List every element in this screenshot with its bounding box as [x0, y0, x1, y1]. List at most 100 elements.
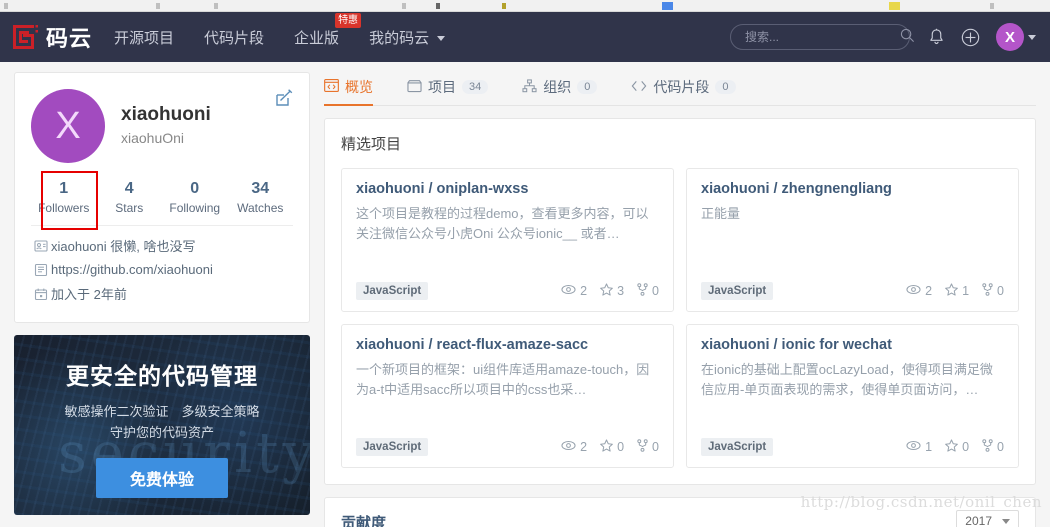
- stat-label: Following: [169, 201, 221, 215]
- watermark: http://blog.csdn.net/onil_chen: [801, 493, 1042, 511]
- repo-footer: JavaScript 2: [701, 282, 1004, 300]
- site-header: 码云 开源项目 代码片段 企业版 特惠 我的码云 搜索... X: [0, 12, 1050, 62]
- sale-badge: 特惠: [335, 12, 362, 28]
- repo-name[interactable]: xiaohuoni / ionic for wechat: [701, 337, 1004, 353]
- calendar-icon: [31, 287, 51, 301]
- repo-metrics: 2 1 0: [897, 283, 1004, 299]
- stat-value: 1: [59, 180, 69, 197]
- metric-forks: 0: [982, 283, 1004, 299]
- metric-value: 2: [925, 284, 933, 298]
- metric-value: 0: [652, 440, 659, 454]
- main-nav: 开源项目 代码片段 企业版 特惠 我的码云: [114, 12, 475, 48]
- metric-value: 3: [617, 284, 625, 298]
- promo-banner[interactable]: security 更安全的代码管理 敏感操作二次验证 多级安全策略 守护您的代码…: [14, 335, 310, 515]
- logo-link[interactable]: 码云: [12, 21, 92, 53]
- repo-card[interactable]: xiaohuoni / ionic for wechat 在ionic的基础上配…: [686, 324, 1019, 468]
- featured-projects-title: 精选项目: [341, 136, 402, 153]
- profile-header: X xiaohuoni xiaohuOni: [31, 89, 293, 163]
- meta-text[interactable]: https://github.com/xiaohuoni: [51, 262, 213, 277]
- meta-row-joined: 加入于 2年前: [31, 284, 293, 303]
- chrome-artifact: [889, 2, 900, 10]
- fork-icon: [637, 439, 648, 455]
- nav-item-opensource[interactable]: 开源项目: [114, 27, 174, 48]
- repo-card[interactable]: xiaohuoni / react-flux-amaze-sacc 一个新项目的…: [341, 324, 674, 468]
- tab-count: 34: [462, 80, 489, 94]
- tab-label: 组织: [543, 79, 572, 95]
- edit-pencil-icon[interactable]: [275, 89, 293, 110]
- eye-icon: [561, 284, 576, 298]
- stat-followers[interactable]: 1 Followers: [31, 177, 97, 215]
- tab-count: 0: [577, 80, 598, 94]
- chrome-artifact: [502, 3, 506, 9]
- eye-icon: [561, 440, 576, 454]
- metric-watches: 2: [561, 440, 587, 454]
- tab-label: 项目: [428, 79, 456, 95]
- org-icon: [522, 78, 537, 96]
- nav-label: 开源项目: [114, 29, 175, 47]
- search-input[interactable]: [745, 30, 900, 44]
- meta-row-website[interactable]: https://github.com/xiaohuoni: [31, 262, 293, 277]
- free-trial-button[interactable]: 免费体验: [95, 457, 228, 498]
- stat-value: 4: [124, 180, 134, 197]
- stat-value: 0: [190, 180, 200, 197]
- tab-overview[interactable]: 概览: [324, 77, 373, 106]
- repo-card[interactable]: xiaohuoni / oniplan-wxss 这个项目是教程的过程demo，…: [341, 168, 674, 312]
- metric-forks: 0: [982, 439, 1004, 455]
- metric-value: 1: [962, 284, 970, 298]
- repo-description: 在ionic的基础上配置ocLazyLoad，使得项目满足微信应用-单页面表现的…: [701, 362, 993, 398]
- chrome-artifact: [214, 3, 218, 9]
- search-box[interactable]: [730, 24, 914, 50]
- language-badge: JavaScript: [701, 438, 774, 456]
- code-snippet-icon: [631, 79, 647, 96]
- plus-circle-icon[interactable]: [961, 28, 980, 47]
- repo-card[interactable]: xiaohuoni / zhengnengliang 正能量 JavaScrip…: [686, 168, 1019, 312]
- year-select-value: 2017: [965, 514, 992, 527]
- user-menu-chevron-down-icon[interactable]: [1028, 34, 1036, 40]
- metric-stars: 1: [945, 283, 969, 299]
- fork-icon: [637, 283, 648, 299]
- eye-icon: [906, 440, 921, 454]
- user-avatar[interactable]: X: [996, 23, 1024, 51]
- repo-description: 一个新项目的框架：ui组件库适用amaze-touch，因为a-t中适用sacc…: [356, 362, 650, 398]
- nav-item-snippets[interactable]: 代码片段: [204, 27, 264, 48]
- metric-watches: 2: [906, 284, 932, 298]
- nav-item-enterprise[interactable]: 企业版 特惠: [294, 12, 362, 48]
- tab-label: 代码片段: [653, 79, 710, 95]
- id-card-icon: [31, 239, 51, 253]
- stat-watches[interactable]: 34 Watches: [228, 177, 294, 215]
- stat-stars[interactable]: 4 Stars: [97, 177, 163, 215]
- metric-value: 0: [962, 440, 970, 454]
- nav-label: 我的码云: [369, 29, 430, 47]
- tab-snippets[interactable]: 代码片段 0: [631, 77, 736, 105]
- language-badge: JavaScript: [356, 438, 429, 456]
- code-window-icon: [324, 78, 339, 96]
- tab-projects[interactable]: 项目 34: [407, 77, 489, 105]
- avatar[interactable]: X: [31, 89, 105, 163]
- repo-metrics: 2 3 0: [552, 283, 659, 299]
- repo-name[interactable]: xiaohuoni / react-flux-amaze-sacc: [356, 337, 659, 353]
- profile-card: X xiaohuoni xiaohuOni 1 Followers 4 Star…: [14, 72, 310, 323]
- year-select[interactable]: 2017: [956, 510, 1019, 527]
- promo-subtitle: 敏感操作二次验证 多级安全策略 守护您的代码资产: [64, 401, 259, 444]
- metric-watches: 1: [906, 440, 932, 454]
- contributions-title: 贡献度: [341, 515, 387, 527]
- nav-label: 代码片段: [204, 29, 265, 47]
- star-icon: [600, 283, 613, 299]
- metric-value: 2: [580, 284, 588, 298]
- repo-footer: JavaScript 1 0 0: [701, 438, 1004, 456]
- search-icon[interactable]: [900, 28, 915, 46]
- tab-organizations[interactable]: 组织 0: [522, 77, 598, 105]
- repo-name[interactable]: xiaohuoni / oniplan-wxss: [356, 181, 659, 197]
- stat-following[interactable]: 0 Following: [162, 177, 228, 215]
- metric-forks: 0: [637, 439, 659, 455]
- nav-item-my-gitee[interactable]: 我的码云: [369, 27, 446, 48]
- bell-icon[interactable]: [928, 28, 945, 46]
- metric-value: 0: [997, 440, 1004, 454]
- metric-watches: 2: [561, 284, 587, 298]
- meta-row-bio: xiaohuoni 很懒, 啥也没写: [31, 236, 293, 255]
- page-body: X xiaohuoni xiaohuOni 1 Followers 4 Star…: [0, 62, 1050, 527]
- repo-name[interactable]: xiaohuoni / zhengnengliang: [701, 181, 1004, 197]
- repo-icon: [407, 79, 422, 96]
- tab-count: 0: [715, 80, 736, 94]
- chrome-artifact: [990, 3, 994, 9]
